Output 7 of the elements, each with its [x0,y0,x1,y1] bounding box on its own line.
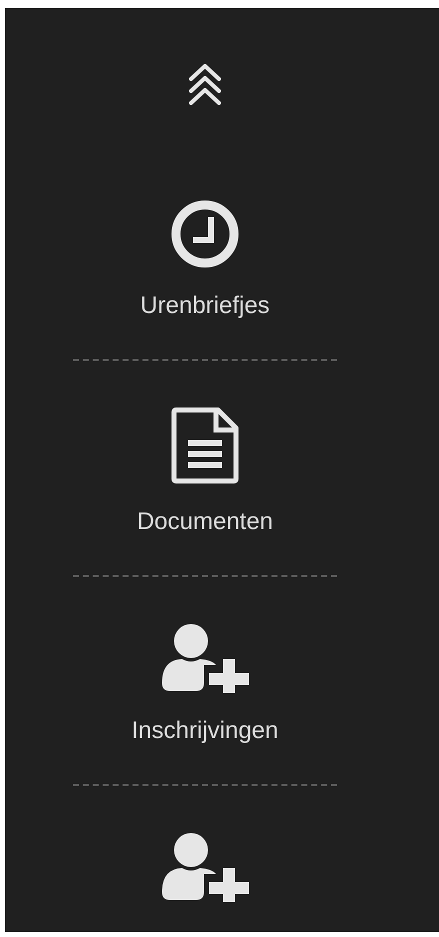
person-add-icon[interactable] [160,832,250,902]
document-icon [170,407,239,484]
nav-item[interactable]: Inschrijvingen [132,577,278,784]
person-add-icon [160,623,250,693]
nav-item[interactable]: Documenten [136,361,274,575]
clock-icon [170,200,239,268]
nav-item[interactable]: Urenbriefjes [140,154,270,359]
